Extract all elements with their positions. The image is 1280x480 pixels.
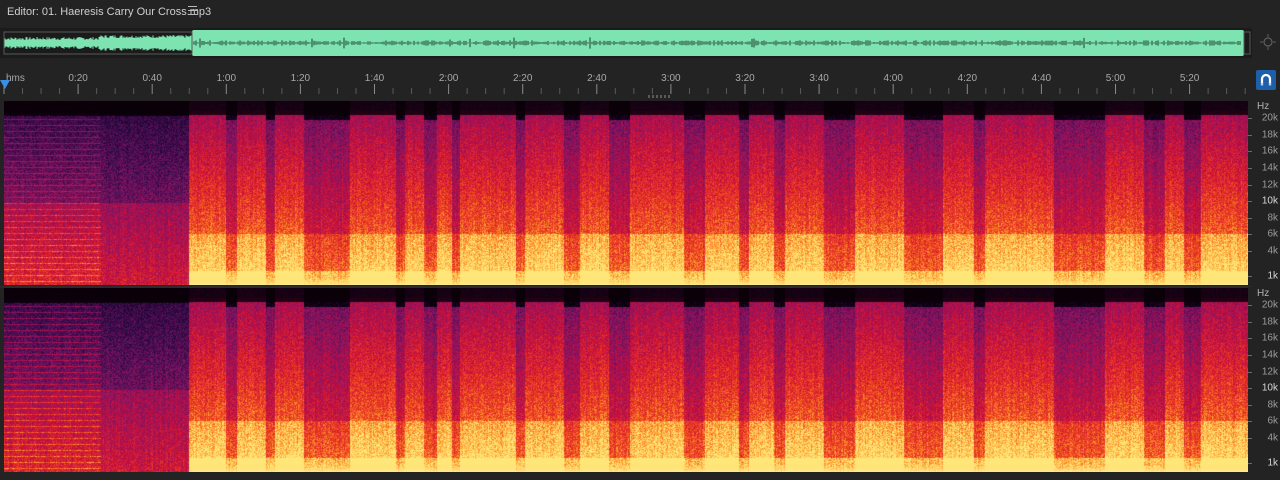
time-tick-label: 1:20 — [290, 73, 311, 84]
frequency-tick — [1248, 404, 1252, 406]
frequency-label: 12k — [1261, 366, 1278, 378]
zoom-navigator-icon[interactable] — [1259, 33, 1277, 51]
time-tick-label: 2:20 — [512, 73, 533, 84]
snap-toggle-button[interactable] — [1256, 70, 1276, 90]
frequency-tick — [1248, 184, 1252, 186]
frequency-tick — [1248, 276, 1252, 277]
frequency-tick — [1248, 217, 1252, 219]
frequency-label: 4k — [1267, 432, 1278, 444]
frequency-tick — [1248, 118, 1252, 119]
time-tick-label: 1:00 — [216, 73, 237, 84]
panel-divider-grip[interactable] — [648, 95, 670, 98]
frequency-tick — [1248, 151, 1252, 153]
frequency-label: 4k — [1267, 245, 1278, 257]
playhead-marker[interactable] — [0, 80, 10, 89]
time-tick-label: 3:40 — [809, 73, 829, 84]
frequency-tick — [1248, 251, 1252, 253]
time-tick-label: 4:00 — [883, 73, 903, 84]
frequency-tick — [1248, 134, 1252, 136]
frequency-tick — [1248, 421, 1252, 423]
frequency-label: 20k — [1261, 112, 1278, 124]
spectrogram-channel-2[interactable] — [4, 288, 1248, 472]
editor-title: Editor: 01. Haeresis Carry Our Cross.mp3 — [7, 6, 212, 18]
frequency-label: 8k — [1267, 212, 1278, 224]
frequency-label: 10k — [1261, 382, 1278, 394]
time-tick-label: 5:00 — [1105, 73, 1126, 84]
time-tick-label: 4:20 — [957, 73, 978, 84]
frequency-label: 1k — [1267, 457, 1278, 469]
frequency-tick — [1248, 354, 1252, 356]
time-tick-label: 0:20 — [68, 73, 88, 84]
frequency-label: 18k — [1261, 129, 1278, 141]
spectrogram-canvas-2 — [4, 288, 1248, 472]
frequency-tick — [1248, 388, 1252, 390]
time-tick-label: 3:00 — [661, 73, 681, 84]
frequency-label: 1k — [1267, 270, 1278, 282]
frequency-tick — [1248, 463, 1252, 464]
frequency-tick — [1248, 167, 1252, 169]
audio-editor-window: Editor: 01. Haeresis Carry Our Cross.mp3… — [0, 0, 1280, 480]
overview-waveform-graphic — [0, 28, 1252, 58]
frequency-tick — [1248, 321, 1252, 323]
frequency-label: 6k — [1267, 415, 1278, 427]
time-tick-label: 2:40 — [587, 73, 607, 84]
frequency-tick — [1248, 305, 1252, 306]
spectrogram-channel-1[interactable] — [4, 101, 1248, 285]
spectrogram-canvas-1 — [4, 101, 1248, 285]
time-ruler[interactable]: hms 0:20 0:40 1:00 1:20 1:40 2:00 2:20 2:40 3:00… — [0, 68, 1252, 94]
time-tick-label: 0:40 — [142, 73, 162, 84]
frequency-label: 12k — [1261, 179, 1278, 191]
frequency-tick — [1248, 338, 1252, 340]
time-ruler-ticks — [3, 84, 1246, 94]
time-tick-label: 1:40 — [364, 73, 385, 84]
time-tick-label: 2:00 — [438, 73, 459, 84]
frequency-label: 16k — [1261, 332, 1278, 344]
frequency-label: 14k — [1261, 349, 1278, 361]
time-tick-label: 5:20 — [1179, 73, 1200, 84]
frequency-label: 10k — [1261, 195, 1278, 207]
frequency-tick — [1248, 201, 1252, 203]
frequency-label: 16k — [1261, 145, 1278, 157]
frequency-unit-label: Hz — [1257, 288, 1270, 299]
frequency-tick — [1248, 438, 1252, 440]
frequency-axis-channel-2: Hz 20k 18k 16k 14k 12k 10k 8k 6k 4k 1k — [1248, 287, 1280, 473]
editor-title-bar: Editor: 01. Haeresis Carry Our Cross.mp3 — [0, 0, 1280, 24]
frequency-label: 18k — [1261, 316, 1278, 328]
time-tick-label: 4:40 — [1031, 73, 1052, 84]
magnet-snap-icon — [1260, 73, 1272, 86]
frequency-label: 20k — [1261, 299, 1278, 311]
frequency-axis-channel-1: Hz 20k 18k 16k 14k 12k 10k 8k 6k 4k 1k — [1248, 100, 1280, 286]
frequency-label: 6k — [1267, 228, 1278, 240]
frequency-label: 8k — [1267, 399, 1278, 411]
frequency-unit-label: Hz — [1257, 101, 1270, 112]
overview-waveform[interactable] — [0, 28, 1280, 58]
frequency-tick — [1248, 234, 1252, 236]
hamburger-menu-icon[interactable] — [188, 6, 197, 16]
time-tick-label: 3:20 — [735, 73, 755, 84]
frequency-tick — [1248, 371, 1252, 373]
frequency-label: 14k — [1261, 162, 1278, 174]
